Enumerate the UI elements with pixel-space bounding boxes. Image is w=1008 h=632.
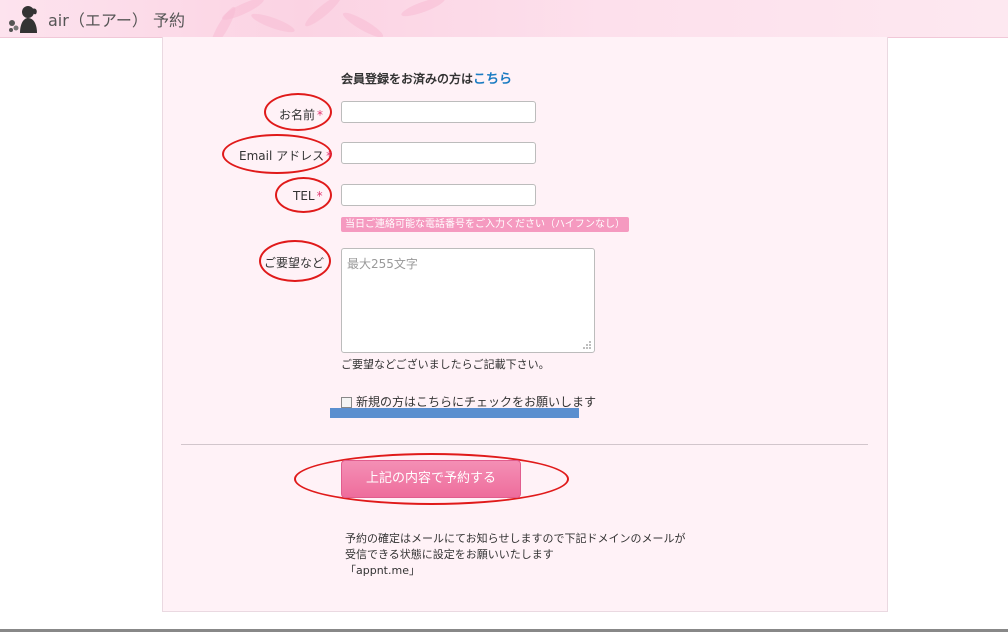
request-label: ご要望など [264, 256, 325, 270]
tel-hint: 当日ご連絡可能な電話番号をご入力ください（ハイフンなし） [341, 217, 629, 232]
decorative-leaf [399, 0, 447, 20]
annotation-underline [330, 408, 579, 418]
name-label: お名前 * [279, 106, 323, 123]
domain-note: 「appnt.me」 [345, 564, 420, 577]
email-input[interactable] [341, 142, 536, 164]
submit-reservation-button[interactable]: 上記の内容で予約する [341, 460, 521, 498]
resize-grip-icon[interactable] [582, 340, 592, 350]
email-label-text: Email アドレス [239, 149, 325, 163]
confirmation-note-line: 受信できる状態に設定をお願いいたします [345, 548, 554, 561]
request-note: ご要望などございましたらご記載下さい。 [341, 358, 550, 371]
decorative-leaf [207, 4, 239, 37]
request-textarea[interactable]: 最大255文字 [341, 248, 595, 353]
decorative-leaf [302, 0, 344, 30]
name-input[interactable] [341, 101, 536, 123]
member-prompt-text: 会員登録をお済みの方は [341, 72, 474, 86]
required-mark: * [326, 149, 333, 163]
required-mark: * [316, 189, 323, 203]
tel-input[interactable] [341, 184, 536, 206]
confirmation-note-line: 予約の確定はメールにてお知らせしますので下記ドメインのメールが [345, 532, 686, 545]
app-header: air（エアー） 予約 [0, 0, 1008, 38]
divider [181, 444, 868, 445]
app-title: air（エアー） 予約 [48, 11, 185, 30]
email-label: Email アドレス * [239, 147, 332, 164]
name-label-text: お名前 [279, 108, 316, 122]
decorative-leaf [340, 9, 386, 37]
tel-label-text: TEL [293, 189, 315, 203]
request-placeholder: 最大255文字 [347, 257, 418, 271]
required-mark: * [317, 108, 324, 122]
tel-label: TEL * [293, 189, 323, 203]
new-customer-label[interactable]: 新規の方はこちらにチェックをお願いします [356, 395, 596, 409]
decorative-leaf [249, 10, 297, 36]
woman-silhouette-flower-icon [9, 6, 37, 33]
member-prompt: 会員登録をお済みの方はこちら [341, 68, 512, 87]
member-login-link[interactable]: こちら [473, 72, 512, 87]
new-customer-checkbox[interactable] [341, 397, 352, 408]
confirmation-note: 予約の確定はメールにてお知らせしますので下記ドメインのメールが 受信できる状態に… [345, 531, 685, 579]
